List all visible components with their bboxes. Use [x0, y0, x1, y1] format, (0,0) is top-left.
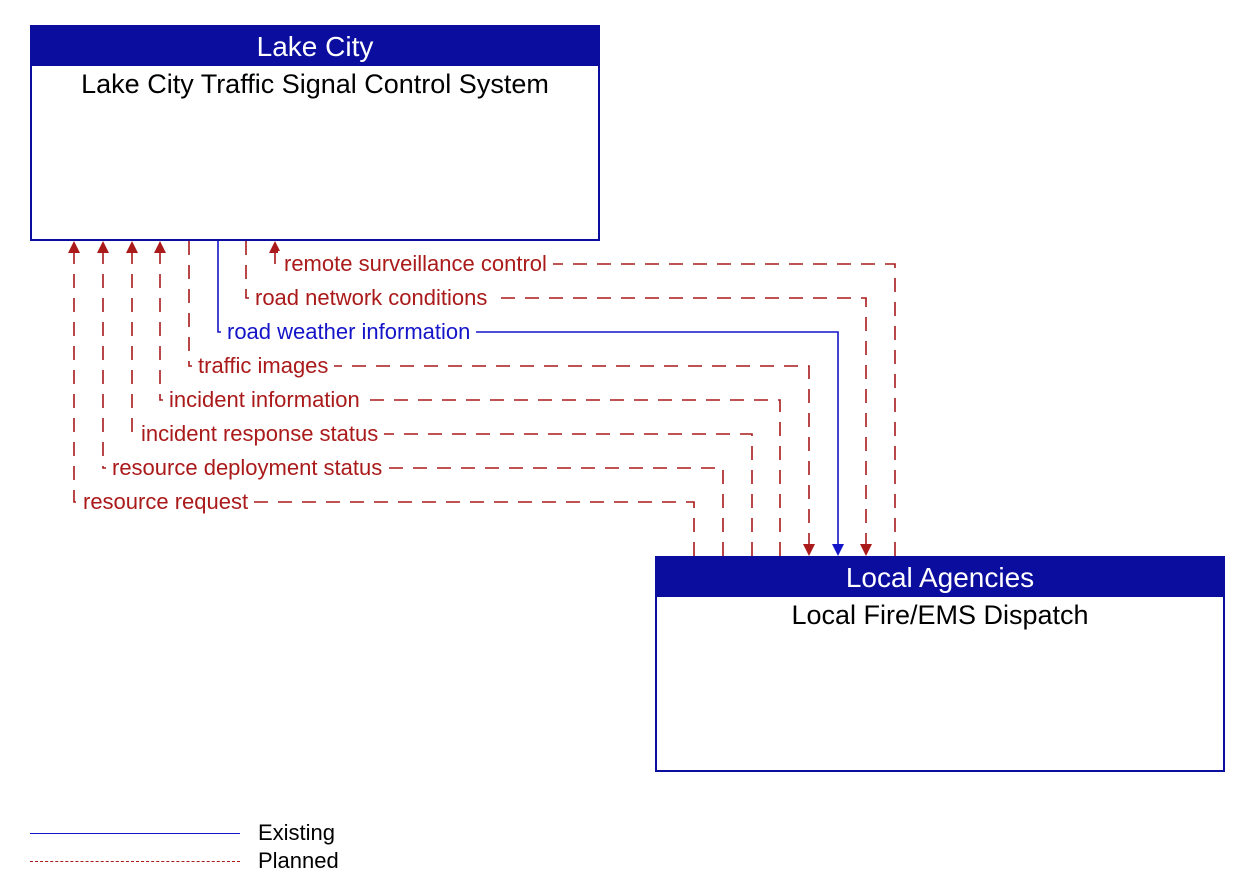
flow-road-weather-information: road weather information [221, 319, 476, 345]
box-lake-city: Lake City Lake City Traffic Signal Contr… [30, 25, 600, 241]
legend-line-planned [30, 861, 240, 862]
legend-label-planned: Planned [258, 848, 339, 874]
flow-traffic-images: traffic images [192, 353, 334, 379]
legend-row-planned: Planned [30, 847, 339, 875]
legend-line-existing [30, 833, 240, 834]
flow-road-network-conditions: road network conditions [249, 285, 493, 311]
legend: Existing Planned [30, 819, 339, 875]
box-local-agencies: Local Agencies Local Fire/EMS Dispatch [655, 556, 1225, 772]
flow-resource-deployment-status: resource deployment status [106, 455, 388, 481]
box-local-agencies-title: Local Fire/EMS Dispatch [657, 597, 1223, 633]
flow-remote-surveillance-control: remote surveillance control [278, 251, 553, 277]
flow-incident-response-status: incident response status [135, 421, 384, 447]
legend-label-existing: Existing [258, 820, 335, 846]
box-lake-city-title: Lake City Traffic Signal Control System [32, 66, 598, 102]
legend-row-existing: Existing [30, 819, 339, 847]
flow-resource-request: resource request [77, 489, 254, 515]
box-lake-city-header: Lake City [32, 27, 598, 66]
box-local-agencies-header: Local Agencies [657, 558, 1223, 597]
flow-incident-information: incident information [163, 387, 366, 413]
